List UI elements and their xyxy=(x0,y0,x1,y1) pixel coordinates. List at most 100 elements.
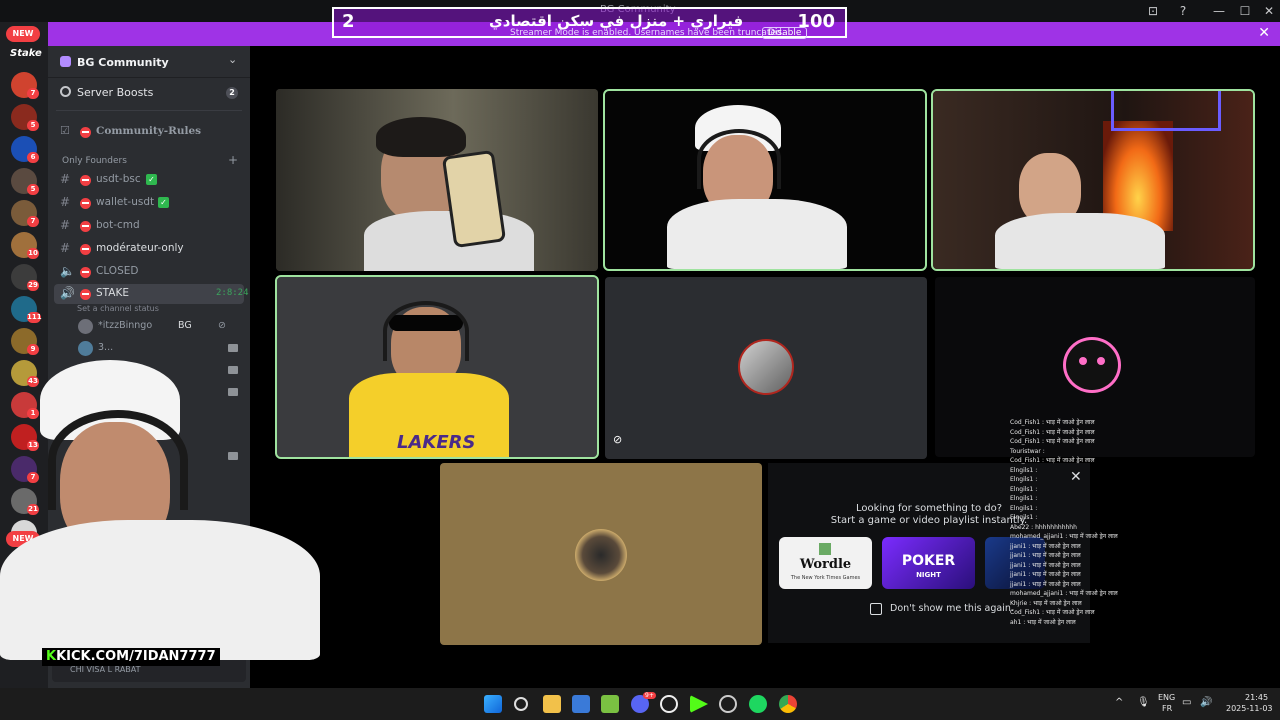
language-indicator[interactable]: ENG xyxy=(1158,693,1175,702)
hash-icon: # xyxy=(60,172,71,186)
boosts-label: Server Boosts xyxy=(77,86,154,99)
clock-date[interactable]: 2025-11-03 xyxy=(1226,704,1273,713)
streamer-webcam xyxy=(0,360,320,660)
voice-tile-no-video[interactable]: ⊘ xyxy=(605,277,927,459)
no-entry-icon xyxy=(80,198,91,209)
no-entry-icon xyxy=(80,221,91,232)
hash-icon: # xyxy=(60,218,71,232)
kick-logo: K xyxy=(46,649,57,664)
voice-tile-no-video[interactable] xyxy=(440,463,762,645)
tank-top xyxy=(364,211,534,271)
start-icon[interactable] xyxy=(484,695,502,713)
chat-message: jjani1 : भाड़ में जाओ ड्रेन लाल xyxy=(1010,561,1081,569)
mention-badge: 7 xyxy=(27,216,39,227)
inbox-icon[interactable]: ⊡ xyxy=(1142,2,1164,20)
mention-badge: 5 xyxy=(27,120,39,131)
card-title: Wordle xyxy=(799,557,852,572)
add-channel-icon[interactable]: + xyxy=(228,153,238,167)
discord-badge: 9+ xyxy=(643,692,656,699)
volume-icon[interactable]: 🔊 xyxy=(1200,697,1212,708)
video-tile[interactable] xyxy=(276,89,598,271)
search-icon[interactable] xyxy=(514,697,528,711)
channel-name: wallet-usdt xyxy=(96,196,155,208)
server-header[interactable]: BG Community ⌄ xyxy=(48,46,250,78)
channel-name: STAKE xyxy=(96,287,129,299)
video-tile[interactable]: LAKERS xyxy=(275,275,599,459)
category-only-founders[interactable]: Only Founders xyxy=(62,156,127,166)
chevron-down-icon[interactable]: ⌄ xyxy=(228,53,237,66)
chat-message: jjani1 : भाड़ में जाओ ड्रेन लाल xyxy=(1010,552,1081,559)
voice-channel-stake[interactable]: 🔊 STAKE 2:8:24 xyxy=(54,284,249,304)
chat-message: Cod_Fish1 : भाड़ में जाओ ड्रेन लाल xyxy=(1010,428,1095,436)
chef-jacket xyxy=(667,199,847,269)
network-icon[interactable]: ▭ xyxy=(1182,697,1191,708)
hash-icon: # xyxy=(60,195,71,209)
channel-community-rules[interactable]: ☑ Community-Rules xyxy=(54,122,244,142)
channel-name: bot-cmd xyxy=(96,219,140,231)
hash-icon: # xyxy=(60,241,71,255)
app-icon[interactable] xyxy=(719,695,737,713)
voice-user[interactable]: *itzzBinngo BG ⊘ xyxy=(78,317,238,337)
wordle-icon xyxy=(819,543,831,555)
chrome-icon[interactable] xyxy=(779,695,797,713)
boosts-count: 2 xyxy=(226,87,238,99)
keyboard-layout[interactable]: FR xyxy=(1162,704,1172,713)
obs-icon[interactable] xyxy=(660,695,678,713)
tray-chevron-icon[interactable]: ^ xyxy=(1115,697,1123,708)
card-subtitle: The New York Times Games xyxy=(790,575,861,581)
stake-server-label[interactable]: Stake xyxy=(10,48,42,59)
avatar xyxy=(78,341,93,356)
channel-status[interactable]: Set a channel status xyxy=(77,304,159,313)
voice-channel-closed[interactable]: 🔈 CLOSED xyxy=(54,262,244,282)
server-name: BG Community xyxy=(77,56,169,69)
speaker-icon: 🔊 xyxy=(60,286,75,300)
sweater xyxy=(995,213,1165,269)
close-icon[interactable]: ✕ xyxy=(1258,25,1270,41)
channel-bot-cmd[interactable]: # bot-cmd xyxy=(54,216,244,236)
no-entry-icon xyxy=(80,175,91,186)
chat-message: Cod_Fish1 : भाड़ में जाओ ड्रेन लाल xyxy=(1010,438,1095,445)
maximize-button[interactable]: ☐ xyxy=(1234,2,1256,20)
chat-message: Elngils1 : xyxy=(1010,504,1038,512)
avatar xyxy=(78,319,93,334)
chat-message: mohamed_ajjani1 : भाड़ में जाओ ड्रेन लाल xyxy=(1010,590,1118,597)
hide-video-icon[interactable]: ⊘ xyxy=(613,433,627,447)
headset xyxy=(48,410,188,510)
headset xyxy=(697,129,781,189)
server-boosts[interactable]: Server Boosts 2 xyxy=(48,82,250,104)
file-explorer-icon[interactable] xyxy=(543,695,561,713)
disable-streamer-mode-button[interactable]: Disable xyxy=(762,27,808,39)
video-tile[interactable] xyxy=(931,89,1255,271)
channel-name: modérateur-only xyxy=(96,242,184,254)
chat-message: jjani1 : भाड़ में जाओ ड्रेन लाल xyxy=(1010,580,1081,588)
card-title: POKER xyxy=(901,553,956,569)
spotify-icon[interactable] xyxy=(749,695,767,713)
minimize-button[interactable]: — xyxy=(1208,2,1230,20)
speaker-icon: 🔈 xyxy=(60,264,75,278)
channel-usdt-bsc[interactable]: # usdt-bsc ✓ xyxy=(54,170,244,190)
user-status-text: CHI VISA L RABAT xyxy=(70,665,141,674)
chat-message: Cod_Fish1 : भाड़ में जाओ ड्रेन लाल xyxy=(1010,457,1095,464)
avatar xyxy=(738,339,794,395)
activity-card-wordle[interactable]: Wordle The New York Times Games xyxy=(779,537,872,589)
no-entry-icon xyxy=(80,267,91,278)
cat-eye xyxy=(1079,357,1087,365)
close-window-button[interactable]: ✕ xyxy=(1258,2,1280,20)
store-icon[interactable] xyxy=(572,695,590,713)
clock-time[interactable]: 21:45 xyxy=(1245,693,1268,702)
chat-message: Khjrie : भाड़ में जाओ ड्रेन लाल xyxy=(1010,599,1082,607)
rules-icon: ☑ xyxy=(60,124,70,137)
video-tile[interactable] xyxy=(603,89,927,271)
chat-message: Elngils1 : xyxy=(1010,495,1038,502)
dont-show-checkbox[interactable] xyxy=(870,603,882,615)
hair xyxy=(376,117,466,157)
channel-moderateur-only[interactable]: # modérateur-only xyxy=(54,239,244,259)
chat-message: Cod_Fish1 : भाड़ में जाओ ड्रेन लाल xyxy=(1010,609,1095,616)
activity-card-poker[interactable]: POKER NIGHT xyxy=(882,537,975,589)
voice-user[interactable]: 3... xyxy=(78,339,238,359)
microphone-icon[interactable]: 🎙 xyxy=(1137,697,1150,708)
help-icon[interactable]: ? xyxy=(1172,2,1194,20)
channel-wallet-usdt[interactable]: # wallet-usdt ✓ xyxy=(54,193,244,213)
app-icon[interactable] xyxy=(601,695,619,713)
kick-icon[interactable] xyxy=(690,695,708,713)
